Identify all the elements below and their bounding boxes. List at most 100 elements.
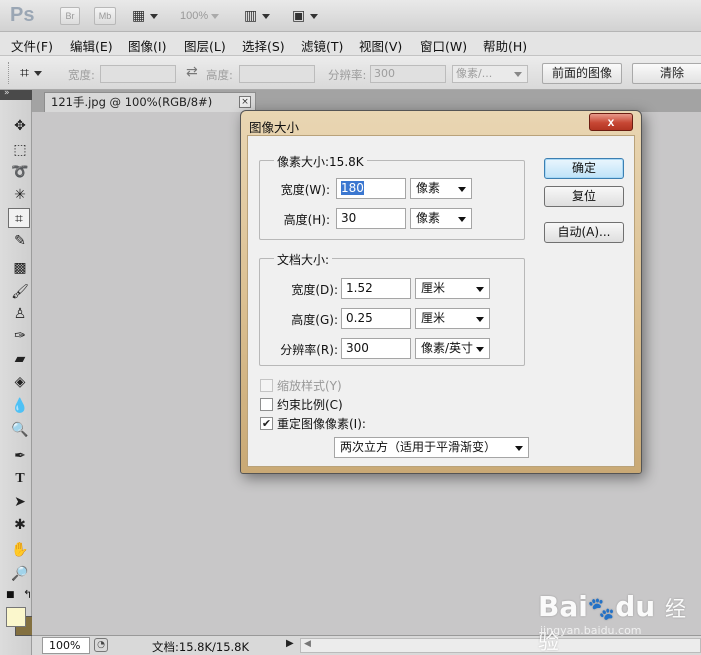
screen-mode-icon[interactable]: ▣ xyxy=(292,8,318,24)
move-tool-icon[interactable]: ✥ xyxy=(9,116,31,136)
resample-image-checkbox[interactable]: ✔ xyxy=(260,417,273,430)
document-tab[interactable]: 121手.jpg @ 100%(RGB/8#) × xyxy=(44,92,256,112)
custom-shape-tool-icon[interactable]: ✱ xyxy=(9,515,31,535)
resolution-label: 分辨率: xyxy=(328,68,367,82)
lasso-tool-icon[interactable]: ➰ xyxy=(9,162,31,182)
swap-colors-icon[interactable]: ↰ xyxy=(23,588,32,601)
height-label: 高度: xyxy=(206,68,233,82)
menu-image[interactable]: 图像(I) xyxy=(128,36,166,55)
application-bar: Ps Br Mb ▦ 100% ▥ ▣ xyxy=(0,0,701,32)
pixel-width-label: 宽度(W): xyxy=(280,183,330,197)
width-label: 宽度: xyxy=(68,68,95,82)
image-size-dialog: 图像大小 x 像素大小:15.8K 宽度(W): 180 像素 高度(H): 3… xyxy=(240,110,642,474)
pixel-width-unit-select[interactable]: 像素 xyxy=(410,178,472,199)
doc-height-unit-select[interactable]: 厘米 xyxy=(415,308,490,329)
menu-select[interactable]: 选择(S) xyxy=(242,36,285,55)
resolution-input[interactable]: 300 xyxy=(341,338,411,359)
watermark-logo: Bai🐾du 经验 xyxy=(538,590,686,654)
eyedropper-tool-icon[interactable]: ✎ xyxy=(9,231,31,251)
blur-tool-icon[interactable]: 💧 xyxy=(9,396,31,416)
toolbox: » ✥ ⬚ ➰ ✳ ⌗ ✎ ▩ 🖌 ♙ ✑ ▰ ◈ 💧 🔍 ✒ T ➤ ✱ ✋ … xyxy=(0,88,35,655)
resample-method-select[interactable]: 两次立方（适用于平滑渐变） xyxy=(334,437,529,458)
doc-width-unit-select[interactable]: 厘米 xyxy=(415,278,490,299)
clone-stamp-tool-icon[interactable]: ♙ xyxy=(9,304,31,324)
menu-view[interactable]: 视图(V) xyxy=(359,36,402,55)
view-extras-icon[interactable]: ▦ xyxy=(132,8,158,24)
options-grip[interactable] xyxy=(8,62,10,84)
eraser-tool-icon[interactable]: ▰ xyxy=(9,349,31,369)
document-size-legend: 文档大小: xyxy=(274,251,333,268)
constrain-proportions-label: 约束比例(C) xyxy=(277,398,343,412)
menu-edit[interactable]: 编辑(E) xyxy=(70,36,113,55)
arrange-documents-icon[interactable]: ▥ xyxy=(244,8,270,24)
reset-button[interactable]: 复位 xyxy=(544,186,624,207)
status-info-icon[interactable]: ◔ xyxy=(94,638,108,652)
menu-bar: 文件(F) 编辑(E) 图像(I) 图层(L) 选择(S) 滤镜(T) 视图(V… xyxy=(0,32,701,56)
pen-tool-icon[interactable]: ✒ xyxy=(9,446,31,466)
status-document-info: 文档:15.8K/15.8K xyxy=(152,640,250,654)
status-menu-arrow-icon[interactable]: ▶ xyxy=(286,638,300,654)
document-size-group: 文档大小: 宽度(D): 1.52 厘米 高度(G): 0.25 厘米 分辨率(… xyxy=(259,251,525,366)
swap-dimensions-icon[interactable]: ⇄ xyxy=(186,64,198,80)
scale-styles-label: 缩放样式(Y) xyxy=(277,379,342,393)
auto-button[interactable]: 自动(A)... xyxy=(544,222,624,243)
resample-image-label: 重定图像像素(I): xyxy=(277,417,366,431)
menu-file[interactable]: 文件(F) xyxy=(11,36,53,55)
resolution-unit-select[interactable]: 像素/英寸 xyxy=(415,338,490,359)
clear-button[interactable]: 清除 xyxy=(632,63,701,84)
watermark-url: jingyan.baidu.com xyxy=(540,624,642,637)
paint-bucket-tool-icon[interactable]: ◈ xyxy=(9,372,31,392)
crop-tool-icon[interactable]: ⌗ xyxy=(8,208,30,228)
pixel-height-label: 高度(H): xyxy=(283,213,330,227)
width-field[interactable] xyxy=(100,65,176,83)
dodge-tool-icon[interactable]: 🔍 xyxy=(9,420,31,440)
zoom-level-display[interactable]: 100% xyxy=(180,10,220,22)
healing-brush-tool-icon[interactable]: ▩ xyxy=(9,258,31,278)
history-brush-tool-icon[interactable]: ✑ xyxy=(9,326,31,346)
crop-tool-preset-icon[interactable]: ⌗ xyxy=(20,63,43,83)
document-tab-title: 121手.jpg @ 100%(RGB/8#) xyxy=(51,95,213,109)
resolution-label: 分辨率(R): xyxy=(280,343,338,357)
options-bar: ⌗ 宽度: ⇄ 高度: 分辨率: 300 像素/... 前面的图像 清除 xyxy=(0,56,701,90)
brush-tool-icon[interactable]: 🖌 xyxy=(9,282,31,302)
doc-width-input[interactable]: 1.52 xyxy=(341,278,411,299)
status-zoom-field[interactable]: 100% xyxy=(42,637,90,654)
pixel-dimensions-group: 像素大小:15.8K 宽度(W): 180 像素 高度(H): 30 像素 xyxy=(259,153,525,240)
menu-filter[interactable]: 滤镜(T) xyxy=(301,36,343,55)
pixel-height-unit-select[interactable]: 像素 xyxy=(410,208,472,229)
resolution-unit-select[interactable]: 像素/... xyxy=(452,65,528,83)
doc-height-input[interactable]: 0.25 xyxy=(341,308,411,329)
height-field[interactable] xyxy=(239,65,315,83)
pixel-height-input[interactable]: 30 xyxy=(336,208,406,229)
dialog-body: 像素大小:15.8K 宽度(W): 180 像素 高度(H): 30 像素 文档… xyxy=(247,135,635,467)
marquee-tool-icon[interactable]: ⬚ xyxy=(9,140,31,160)
mini-bridge-button[interactable]: Mb xyxy=(94,7,116,25)
baidu-jingyan-watermark: Bai🐾du 经验 jingyan.baidu.com xyxy=(538,590,701,655)
resolution-field[interactable]: 300 xyxy=(370,65,446,83)
zoom-tool-icon[interactable]: 🔎 xyxy=(9,564,31,584)
doc-width-label: 宽度(D): xyxy=(291,283,338,297)
front-image-button[interactable]: 前面的图像 xyxy=(542,63,622,84)
constrain-proportions-checkbox[interactable] xyxy=(260,398,273,411)
dialog-title: 图像大小 xyxy=(249,120,300,135)
type-tool-icon[interactable]: T xyxy=(9,469,31,489)
toolbox-header[interactable]: » xyxy=(0,88,32,100)
pixel-width-input[interactable]: 180 xyxy=(336,178,406,199)
dialog-close-button[interactable]: x xyxy=(589,113,633,131)
doc-height-label: 高度(G): xyxy=(291,313,338,327)
magic-wand-tool-icon[interactable]: ✳ xyxy=(9,185,31,205)
hand-tool-icon[interactable]: ✋ xyxy=(9,540,31,560)
ok-button[interactable]: 确定 xyxy=(544,158,624,179)
photoshop-logo: Ps xyxy=(10,4,35,26)
menu-layer[interactable]: 图层(L) xyxy=(184,36,226,55)
path-selection-tool-icon[interactable]: ➤ xyxy=(9,492,31,512)
bridge-button[interactable]: Br xyxy=(60,7,80,25)
document-tab-strip: 121手.jpg @ 100%(RGB/8#) × xyxy=(32,90,701,112)
default-colors-icon[interactable]: ■ xyxy=(6,590,15,600)
menu-window[interactable]: 窗口(W) xyxy=(420,36,467,55)
pixel-dimensions-legend: 像素大小:15.8K xyxy=(274,153,367,170)
foreground-color-swatch[interactable] xyxy=(6,607,26,627)
scale-styles-checkbox[interactable] xyxy=(260,379,273,392)
close-tab-icon[interactable]: × xyxy=(239,96,251,108)
menu-help[interactable]: 帮助(H) xyxy=(483,36,527,55)
